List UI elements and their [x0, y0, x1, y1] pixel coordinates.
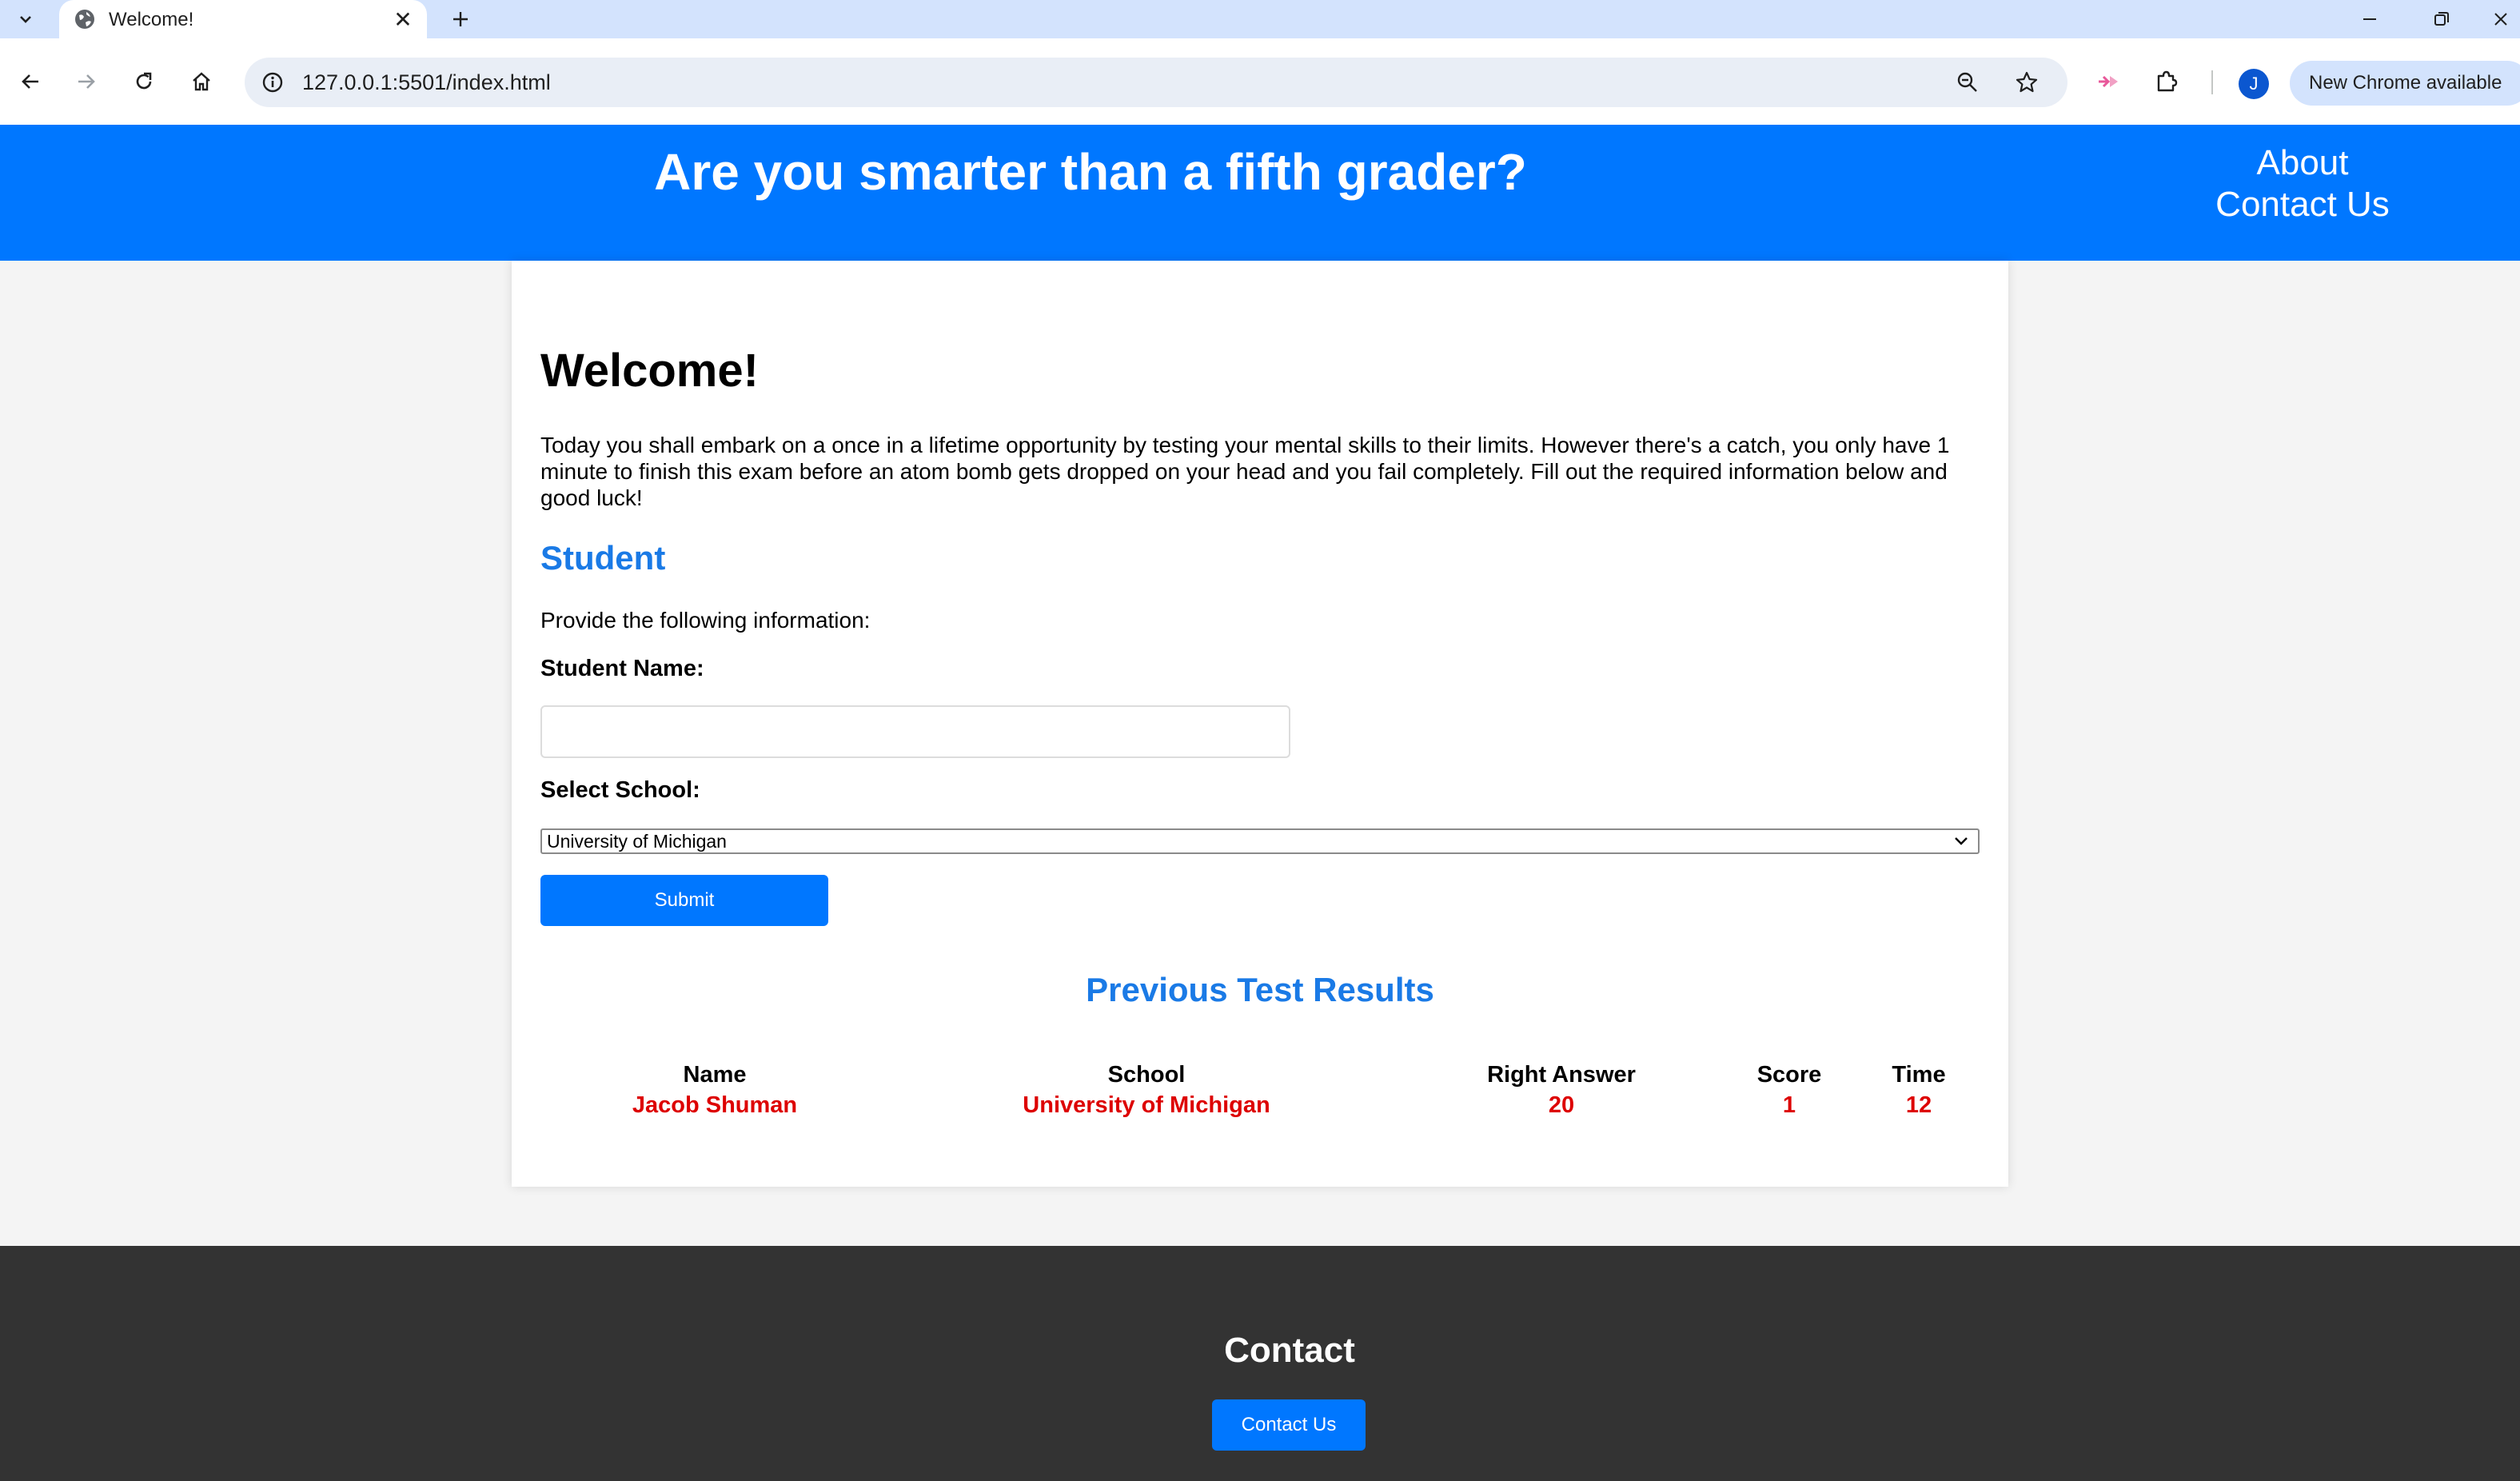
zoom-button[interactable] — [1952, 67, 1983, 98]
info-icon — [262, 72, 283, 93]
extensions-menu-button[interactable] — [2147, 62, 2186, 101]
student-name-label: Student Name: — [540, 656, 704, 681]
site-footer: Contact Contact Us — [0, 1246, 2520, 1481]
toolbar-separator — [2211, 70, 2213, 94]
close-window-button[interactable] — [2482, 0, 2520, 38]
browser-toolbar: 127.0.0.1:5501/index.html J New Chrome a… — [0, 38, 2520, 125]
nav-link-contact[interactable]: Contact Us — [2159, 184, 2446, 226]
home-button[interactable] — [182, 62, 221, 101]
reload-icon — [136, 72, 152, 90]
tab-strip: Welcome! ✕ — [0, 0, 2520, 38]
site-nav: About Contact Us — [2159, 142, 2446, 226]
column-header-score: Score — [1756, 1062, 1822, 1088]
contact-us-button[interactable]: Contact Us — [1212, 1399, 1366, 1451]
column-header-name: Name — [683, 1062, 747, 1088]
column-header-right-answer: Right Answer — [1487, 1062, 1636, 1088]
page-viewport: Are you smarter than a fifth grader? Abo… — [0, 125, 2520, 1481]
update-chrome-button[interactable]: New Chrome available — [2290, 61, 2520, 106]
student-name-input[interactable] — [540, 705, 1290, 758]
column-header-time: Time — [1892, 1062, 1946, 1088]
submit-button[interactable]: Submit — [540, 875, 828, 926]
welcome-heading: Welcome! — [540, 345, 759, 397]
minimize-icon — [2363, 18, 2376, 20]
browser-tab[interactable]: Welcome! ✕ — [59, 0, 427, 38]
student-heading: Student — [540, 539, 666, 577]
puzzle-icon — [2157, 70, 2178, 92]
result-name-cell: Jacob Shuman — [632, 1092, 798, 1118]
globe-icon — [75, 10, 94, 29]
arrow-left-icon — [22, 74, 38, 89]
tab-title: Welcome! — [109, 9, 194, 30]
profile-avatar[interactable]: J — [2239, 69, 2269, 99]
site-title: Are you smarter than a fifth grader? — [654, 143, 1527, 201]
school-select[interactable]: University of Michigan — [540, 828, 1980, 854]
restore-icon — [2434, 12, 2449, 26]
plus-icon — [453, 12, 468, 26]
main-card: Welcome! Today you shall embark on a onc… — [512, 261, 2008, 1187]
footer-heading: Contact — [1224, 1331, 1355, 1370]
home-icon — [193, 72, 210, 91]
nav-link-about[interactable]: About — [2159, 142, 2446, 184]
update-chip-label: New Chrome available — [2309, 72, 2502, 94]
reload-button[interactable] — [125, 62, 163, 101]
result-time-cell: 12 — [1905, 1092, 1932, 1118]
result-school-cell: University of Michigan — [1023, 1092, 1270, 1118]
url-text: 127.0.0.1:5501/index.html — [302, 70, 551, 94]
extension-button[interactable] — [2090, 62, 2128, 101]
new-tab-button[interactable] — [445, 3, 476, 35]
close-icon — [2494, 13, 2507, 26]
back-button[interactable] — [11, 62, 50, 101]
tab-search-button[interactable] — [8, 5, 43, 34]
site-info-button[interactable] — [257, 67, 288, 98]
intro-paragraph: Today you shall embark on a once in a li… — [540, 433, 1950, 510]
column-header-school: School — [1107, 1062, 1186, 1088]
chevron-down-icon — [20, 16, 31, 23]
zoom-out-icon — [1957, 72, 1977, 92]
address-bar[interactable]: 127.0.0.1:5501/index.html — [245, 58, 2067, 107]
minimize-button[interactable] — [2338, 0, 2402, 38]
result-score-cell: 1 — [1782, 1092, 1796, 1118]
instructions-text: Provide the following information: — [540, 608, 871, 633]
site-header: Are you smarter than a fifth grader? Abo… — [0, 125, 2520, 261]
star-icon — [2016, 71, 2038, 93]
school-label: Select School: — [540, 777, 700, 803]
close-tab-icon[interactable]: ✕ — [389, 5, 417, 34]
previous-results-heading: Previous Test Results — [1086, 971, 1434, 1008]
forward-button[interactable] — [67, 62, 106, 101]
extension-arrow-icon — [2099, 75, 2118, 88]
chevron-down-icon — [1955, 837, 1968, 845]
bookmark-button[interactable] — [2012, 67, 2042, 98]
arrow-right-icon — [78, 74, 95, 89]
result-right-answer-cell: 20 — [1548, 1092, 1575, 1118]
restore-button[interactable] — [2410, 0, 2474, 38]
school-selected-value: University of Michigan — [547, 831, 727, 852]
